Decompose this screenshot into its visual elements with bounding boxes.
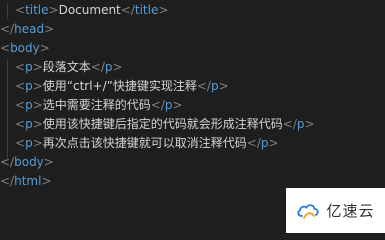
tag-name: p — [25, 79, 33, 93]
tag-name: p — [25, 136, 33, 150]
tag-name: body — [10, 41, 40, 55]
tag-name: p — [260, 136, 269, 150]
tag-bracket: </ — [0, 155, 15, 169]
tag-bracket: > — [304, 117, 315, 131]
tag-bracket: > — [32, 79, 43, 93]
code-line[interactable]: </html> — [0, 172, 52, 191]
code-line[interactable]: <title>Document</title> — [0, 1, 168, 20]
tag-name: p — [164, 98, 173, 112]
tag-bracket: > — [112, 60, 123, 74]
tag-name: p — [104, 60, 113, 74]
tag-bracket: < — [15, 136, 26, 150]
tag-bracket: < — [15, 60, 26, 74]
code-line[interactable]: <p>使用该快捷键后指定的代码就会形成注释代码</p> — [0, 115, 315, 134]
code-line[interactable]: <p>选中需要注释的代码</p> — [0, 96, 183, 115]
tag-bracket: > — [32, 98, 43, 112]
tag-bracket: < — [15, 79, 26, 93]
tag-name: title — [134, 3, 159, 17]
tag-bracket: </ — [120, 3, 135, 17]
tag-name: p — [25, 98, 33, 112]
tag-bracket: > — [43, 155, 54, 169]
code-line[interactable]: </head> — [0, 20, 54, 39]
tag-bracket: > — [32, 136, 43, 150]
tag-bracket: </ — [0, 174, 15, 188]
watermark-brand: 亿速云 — [326, 202, 375, 220]
tag-bracket: > — [39, 41, 50, 55]
tag-name: head — [14, 22, 45, 36]
tag-name: p — [210, 79, 219, 93]
tag-bracket: </ — [282, 117, 297, 131]
tag-bracket: < — [0, 41, 11, 55]
tag-name: p — [25, 60, 33, 74]
code-editor[interactable]: <title>Document</title> </head> <body> <p>段… — [0, 0, 385, 233]
tag-bracket: </ — [90, 60, 105, 74]
tag-bracket: > — [218, 79, 229, 93]
text-content: 使用该快捷键后指定的代码就会形成注释代码 — [42, 117, 283, 131]
text-content: 选中需要注释的代码 — [42, 98, 151, 112]
tag-bracket: > — [172, 98, 183, 112]
code-line[interactable]: <p>再次点击该快捷键就可以取消注释代码</p> — [0, 134, 279, 153]
tag-name: p — [296, 117, 305, 131]
tag-name: title — [25, 3, 49, 17]
code-line[interactable]: <body> — [0, 39, 50, 58]
watermark: 亿速云 — [286, 188, 385, 233]
tag-name: p — [25, 117, 33, 131]
text-content: 段落文本 — [42, 60, 91, 74]
tag-bracket: < — [15, 117, 26, 131]
text-content: 再次点击该快捷键就可以取消注释代码 — [42, 136, 247, 150]
code-line[interactable]: <p>段落文本</p> — [0, 58, 123, 77]
tag-bracket: < — [15, 3, 26, 17]
tag-name: html — [14, 174, 42, 188]
tag-bracket: </ — [0, 22, 15, 36]
tag-bracket: > — [268, 136, 279, 150]
cloud-logo-icon — [297, 203, 320, 219]
tag-bracket: > — [48, 3, 59, 17]
tag-bracket: > — [158, 3, 169, 17]
tag-bracket: > — [41, 174, 52, 188]
tag-bracket: </ — [246, 136, 261, 150]
tag-bracket: > — [32, 60, 43, 74]
tag-bracket: </ — [196, 79, 211, 93]
tag-name: body — [14, 155, 44, 169]
text-content: 使用“ctrl+/”快捷键实现注释 — [42, 79, 197, 93]
tag-bracket: < — [15, 98, 26, 112]
text-content: Document — [58, 3, 121, 17]
code-line[interactable]: </body> — [0, 153, 54, 172]
tag-bracket: > — [44, 22, 55, 36]
tag-bracket: > — [32, 117, 43, 131]
code-line[interactable]: <p>使用“ctrl+/”快捷键实现注释</p> — [0, 77, 229, 96]
tag-bracket: </ — [150, 98, 165, 112]
